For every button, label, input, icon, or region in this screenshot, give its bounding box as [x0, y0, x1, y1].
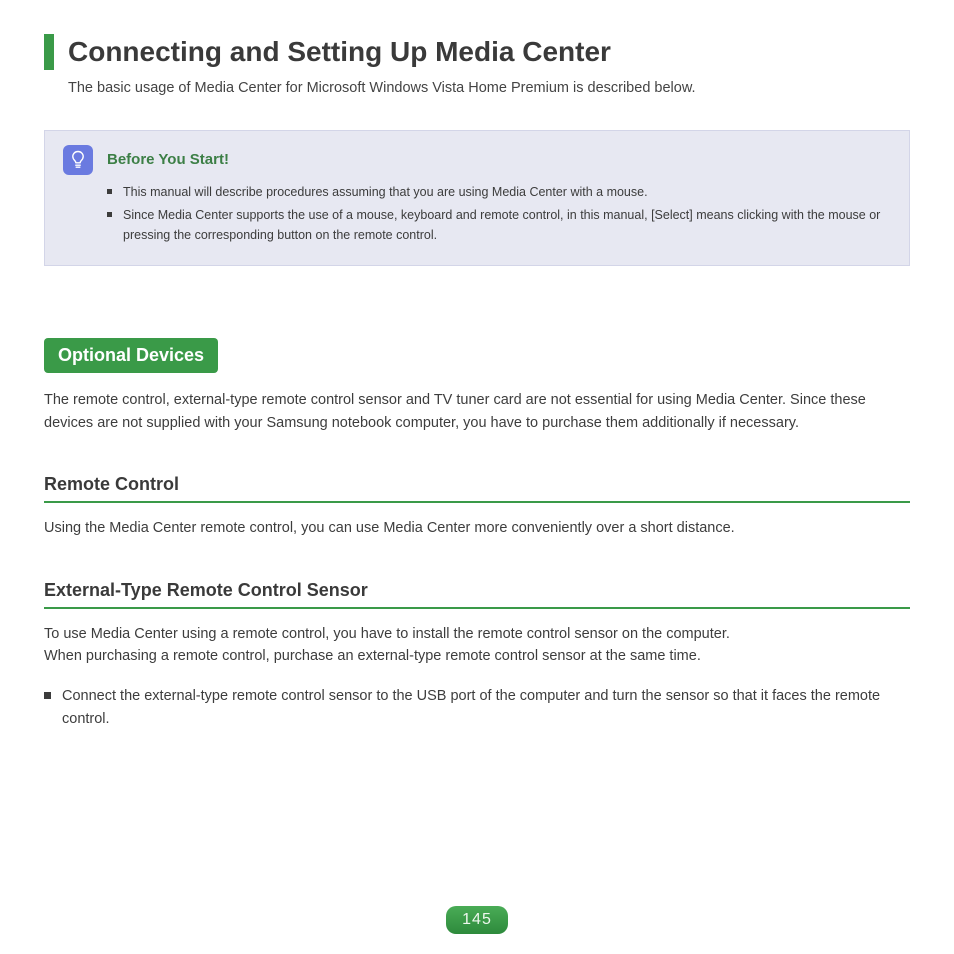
tip-header: Before You Start! [63, 145, 891, 175]
page-number-badge: 145 [446, 906, 508, 934]
subsection-body: To use Media Center using a remote contr… [44, 623, 910, 668]
tip-item: This manual will describe procedures ass… [107, 183, 891, 202]
tip-title: Before You Start! [107, 151, 229, 168]
subsection-body: Using the Media Center remote control, y… [44, 517, 910, 539]
tip-list: This manual will describe procedures ass… [107, 183, 891, 245]
page-number-wrap: 145 [0, 906, 954, 934]
section-heading-tag: Optional Devices [44, 338, 218, 373]
lightbulb-icon [63, 145, 93, 175]
manual-page: Connecting and Setting Up Media Center T… [0, 0, 954, 730]
page-title: Connecting and Setting Up Media Center [68, 36, 611, 68]
tip-box: Before You Start! This manual will descr… [44, 130, 910, 266]
tip-item: Since Media Center supports the use of a… [107, 206, 891, 245]
subsection-heading: Remote Control [44, 474, 910, 503]
title-row: Connecting and Setting Up Media Center [44, 34, 910, 70]
bullet-list: Connect the external-type remote control… [44, 685, 910, 730]
subsection-heading: External-Type Remote Control Sensor [44, 580, 910, 609]
section-body: The remote control, external-type remote… [44, 389, 910, 434]
bullet-item: Connect the external-type remote control… [44, 685, 910, 730]
title-accent-bar [44, 34, 54, 70]
intro-text: The basic usage of Media Center for Micr… [68, 80, 910, 96]
